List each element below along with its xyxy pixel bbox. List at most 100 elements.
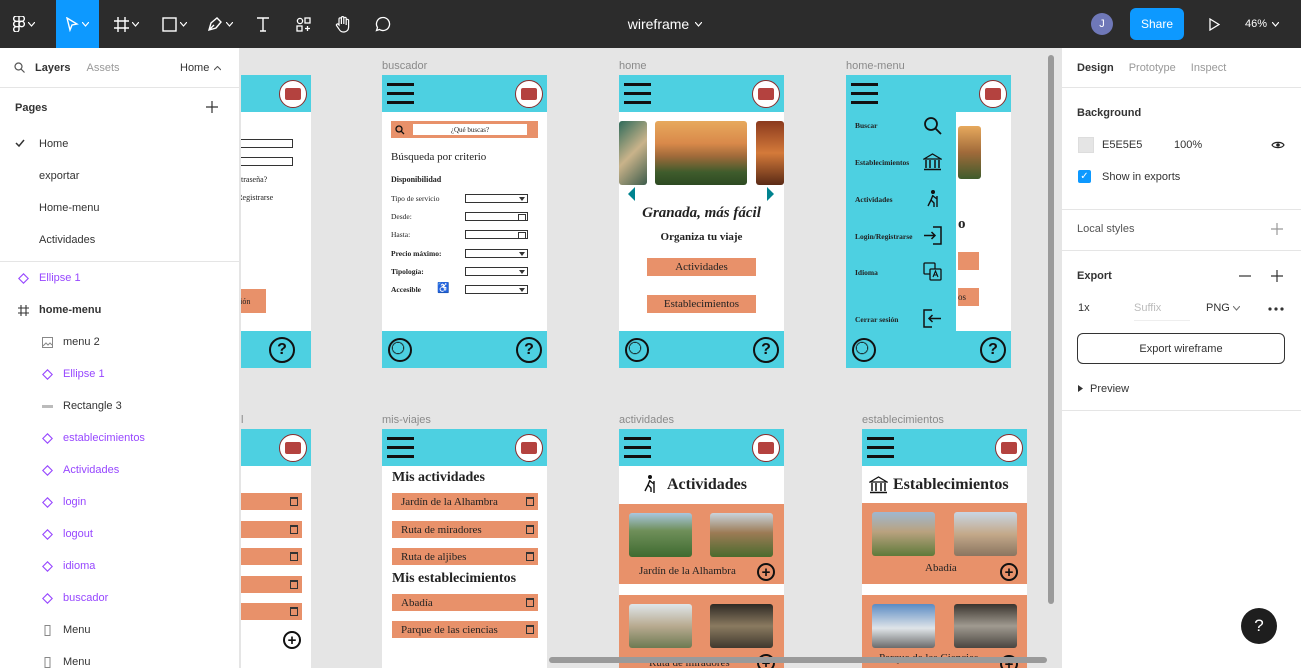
frame-tool-button[interactable] xyxy=(106,0,146,48)
layer-label: Menu xyxy=(63,624,91,636)
frame-login[interactable]: ntraseña? / Registrarse sión ? xyxy=(241,75,311,368)
establishment-photo xyxy=(872,604,935,648)
frame-establecimientos[interactable]: Establecimientos Abadía + Parque de las … xyxy=(862,429,1027,668)
layer-item[interactable]: Ellipse 1 xyxy=(0,358,239,390)
export-scale[interactable]: 1x xyxy=(1078,302,1090,314)
tab-layers[interactable]: Layers xyxy=(35,62,70,74)
search-input: ¿Qué buscas? xyxy=(413,124,527,135)
layer-item[interactable]: menu 2 xyxy=(0,326,239,358)
shape-tool-button[interactable] xyxy=(154,0,194,48)
text-tool-button[interactable] xyxy=(250,0,276,48)
frame-label-mis-viajes[interactable]: mis-viajes xyxy=(382,414,431,426)
page-item-label: Actividades xyxy=(39,234,96,246)
horizontal-scrollbar[interactable] xyxy=(549,657,1047,663)
user-avatar[interactable]: J xyxy=(1091,13,1113,35)
frame-actividades[interactable]: Actividades Jardín de la Alhambra + Ruta… xyxy=(619,429,784,668)
layer-item[interactable]: buscador xyxy=(0,582,239,614)
help-icon: ? xyxy=(980,337,1006,363)
search-icon[interactable] xyxy=(14,62,25,73)
main-menu-button[interactable] xyxy=(4,0,44,48)
trash-icon xyxy=(290,607,298,616)
page-item-exportar[interactable]: exportar xyxy=(0,160,239,192)
export-button[interactable]: Export wireframe xyxy=(1077,333,1285,364)
page-item-home-menu[interactable]: Home-menu xyxy=(0,192,239,224)
tab-inspect[interactable]: Inspect xyxy=(1191,62,1226,74)
layer-item[interactable]: logout xyxy=(0,518,239,550)
hand-tool-button[interactable] xyxy=(330,0,356,48)
layer-item[interactable]: Menu xyxy=(0,646,239,668)
layer-item[interactable]: Rectangle 3 xyxy=(0,390,239,422)
more-options-icon[interactable] xyxy=(1268,307,1284,311)
zoom-control[interactable]: 46% xyxy=(1245,0,1295,48)
vertical-scrollbar[interactable] xyxy=(1048,55,1054,604)
frame-label-home-menu[interactable]: home-menu xyxy=(846,60,905,72)
tab-assets[interactable]: Assets xyxy=(86,62,119,74)
layer-item[interactable]: establecimientos xyxy=(0,422,239,454)
layer-item[interactable]: idioma xyxy=(0,550,239,582)
export-suffix-input[interactable]: Suffix xyxy=(1134,302,1190,321)
frame-label-establecimientos[interactable]: establecimientos xyxy=(862,414,944,426)
eye-icon[interactable] xyxy=(1271,140,1285,150)
home-headline: Granada, más fácil xyxy=(642,205,761,221)
layer-label: home-menu xyxy=(39,304,102,316)
list-bar xyxy=(241,576,302,593)
peek-text: o xyxy=(958,216,966,232)
background-swatch[interactable] xyxy=(1078,137,1094,153)
activity-item-label: Ruta de aljibes xyxy=(401,550,467,563)
frame-home[interactable]: Granada, más fácil Organiza tu viaje Act… xyxy=(619,75,784,368)
frame-label-partial[interactable]: l xyxy=(241,414,243,426)
frame-label-buscador[interactable]: buscador xyxy=(382,60,427,72)
design-canvas[interactable]: buscador home home-menu l mis-viajes act… xyxy=(241,48,1061,668)
layer-item[interactable]: Ellipse 1 xyxy=(0,262,239,294)
page-item-home[interactable]: Home xyxy=(0,128,239,160)
frame-label-actividades[interactable]: actividades xyxy=(619,414,674,426)
layer-item[interactable]: home-menu xyxy=(0,294,239,326)
help-icon: ? xyxy=(269,337,295,363)
layer-item[interactable]: login xyxy=(0,486,239,518)
page-selector[interactable]: Home xyxy=(180,48,222,88)
arrow-left-icon xyxy=(628,187,635,201)
page-item-actividades[interactable]: Actividades xyxy=(0,224,239,256)
frame-mis-viajes[interactable]: Mis actividades Jardín de la Alhambra Ru… xyxy=(382,429,547,668)
frame-partial-list[interactable]: + xyxy=(241,429,311,668)
comment-tool-button[interactable] xyxy=(370,0,396,48)
resources-button[interactable] xyxy=(290,0,316,48)
chevron-down-icon xyxy=(28,21,35,27)
export-format-select[interactable]: PNG xyxy=(1206,302,1241,314)
frame-buscador[interactable]: ¿Qué buscas? Búsqueda por criterio Dispo… xyxy=(382,75,547,368)
field-select xyxy=(465,285,528,294)
add-style-icon[interactable] xyxy=(1271,223,1283,235)
login-button-text: sión xyxy=(241,296,251,306)
layer-item[interactable]: Actividades xyxy=(0,454,239,486)
add-icon: + xyxy=(283,631,301,649)
present-button[interactable] xyxy=(1203,0,1225,48)
add-export-icon[interactable] xyxy=(1271,270,1283,282)
activity-photo xyxy=(629,604,692,648)
move-tool-button[interactable] xyxy=(56,0,99,48)
layer-label: Rectangle 3 xyxy=(63,400,122,412)
component-instance-icon xyxy=(41,592,53,604)
show-in-exports-checkbox[interactable]: ✓ xyxy=(1078,170,1091,183)
layer-item[interactable]: Menu xyxy=(0,614,239,646)
frame-home-menu[interactable]: o os Buscar Establecimientos Actividades… xyxy=(846,75,1011,368)
activity-item: Ruta de aljibes xyxy=(392,548,538,565)
pen-tool-button[interactable] xyxy=(200,0,240,48)
help-button[interactable]: ? xyxy=(1241,608,1277,644)
layers-list: Ellipse 1 home-menu menu 2 Ellipse 1 Rec… xyxy=(0,262,239,668)
tab-design[interactable]: Design xyxy=(1077,62,1114,74)
background-hex[interactable]: E5E5E5 xyxy=(1102,139,1142,151)
add-page-icon[interactable] xyxy=(206,101,218,113)
establishment-photo xyxy=(954,604,1017,648)
background-opacity[interactable]: 100% xyxy=(1174,139,1202,151)
peek-bar xyxy=(958,252,979,270)
document-title[interactable]: wireframe xyxy=(600,0,730,48)
wheelchair-icon: ♿ xyxy=(437,283,450,294)
show-in-exports-label: Show in exports xyxy=(1102,171,1181,183)
field-label: Precio máximo: xyxy=(391,249,442,258)
trash-icon xyxy=(526,525,534,534)
tab-prototype[interactable]: Prototype xyxy=(1129,62,1176,74)
minus-icon[interactable] xyxy=(1239,275,1251,277)
frame-label-home[interactable]: home xyxy=(619,60,647,72)
preview-toggle[interactable]: Preview xyxy=(1078,383,1129,395)
share-button[interactable]: Share xyxy=(1130,8,1184,40)
